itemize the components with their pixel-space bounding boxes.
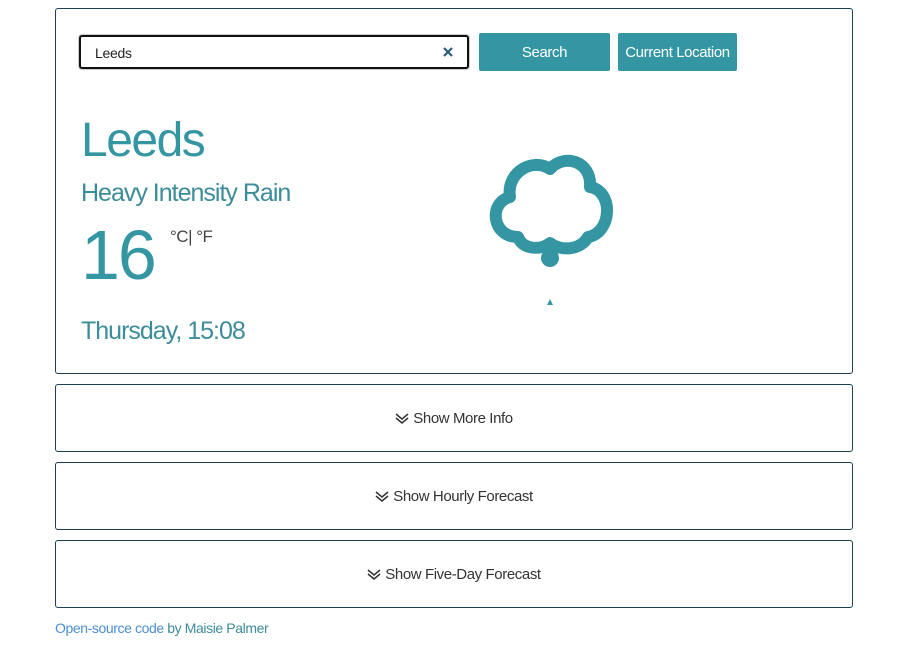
- five-day-forecast-section: Show Five-Day Forecast: [55, 540, 853, 608]
- show-more-info-label: Show More Info: [413, 409, 513, 427]
- fahrenheit-link[interactable]: °F: [196, 227, 213, 246]
- celsius-link[interactable]: °C: [170, 227, 189, 246]
- source-code-link[interactable]: Open-source code: [55, 620, 164, 636]
- clear-search-icon[interactable]: [439, 42, 457, 62]
- show-more-info-toggle[interactable]: Show More Info: [56, 385, 852, 451]
- city-name: Leeds: [81, 114, 206, 167]
- weather-description: Heavy Intensity Rain: [81, 179, 291, 207]
- current-location-button[interactable]: Current Location: [618, 33, 737, 71]
- search-input[interactable]: [93, 38, 437, 68]
- current-weather-card: Search Current Location Leeds Heavy Inte…: [55, 8, 853, 374]
- unit-toggle: °C| °F: [170, 227, 213, 247]
- show-five-day-forecast-label: Show Five-Day Forecast: [385, 565, 541, 583]
- chevron-double-down-icon: [367, 569, 381, 580]
- search-box: [79, 35, 469, 69]
- show-five-day-forecast-toggle[interactable]: Show Five-Day Forecast: [56, 541, 852, 607]
- hourly-forecast-section: Show Hourly Forecast: [55, 462, 853, 530]
- chevron-double-down-icon: [395, 413, 409, 424]
- search-button[interactable]: Search: [479, 33, 610, 71]
- footer-author: by Maisie Palmer: [163, 620, 269, 636]
- rain-cloud-icon: [480, 145, 620, 305]
- footer: Open-source code by Maisie Palmer: [55, 620, 269, 636]
- show-hourly-forecast-toggle[interactable]: Show Hourly Forecast: [56, 463, 852, 529]
- temperature-value: 16: [81, 216, 157, 294]
- date-time: Thursday, 15:08: [81, 317, 246, 345]
- show-hourly-forecast-label: Show Hourly Forecast: [393, 487, 533, 505]
- chevron-double-down-icon: [375, 491, 389, 502]
- more-info-section: Show More Info: [55, 384, 853, 452]
- unit-separator: |: [188, 227, 192, 246]
